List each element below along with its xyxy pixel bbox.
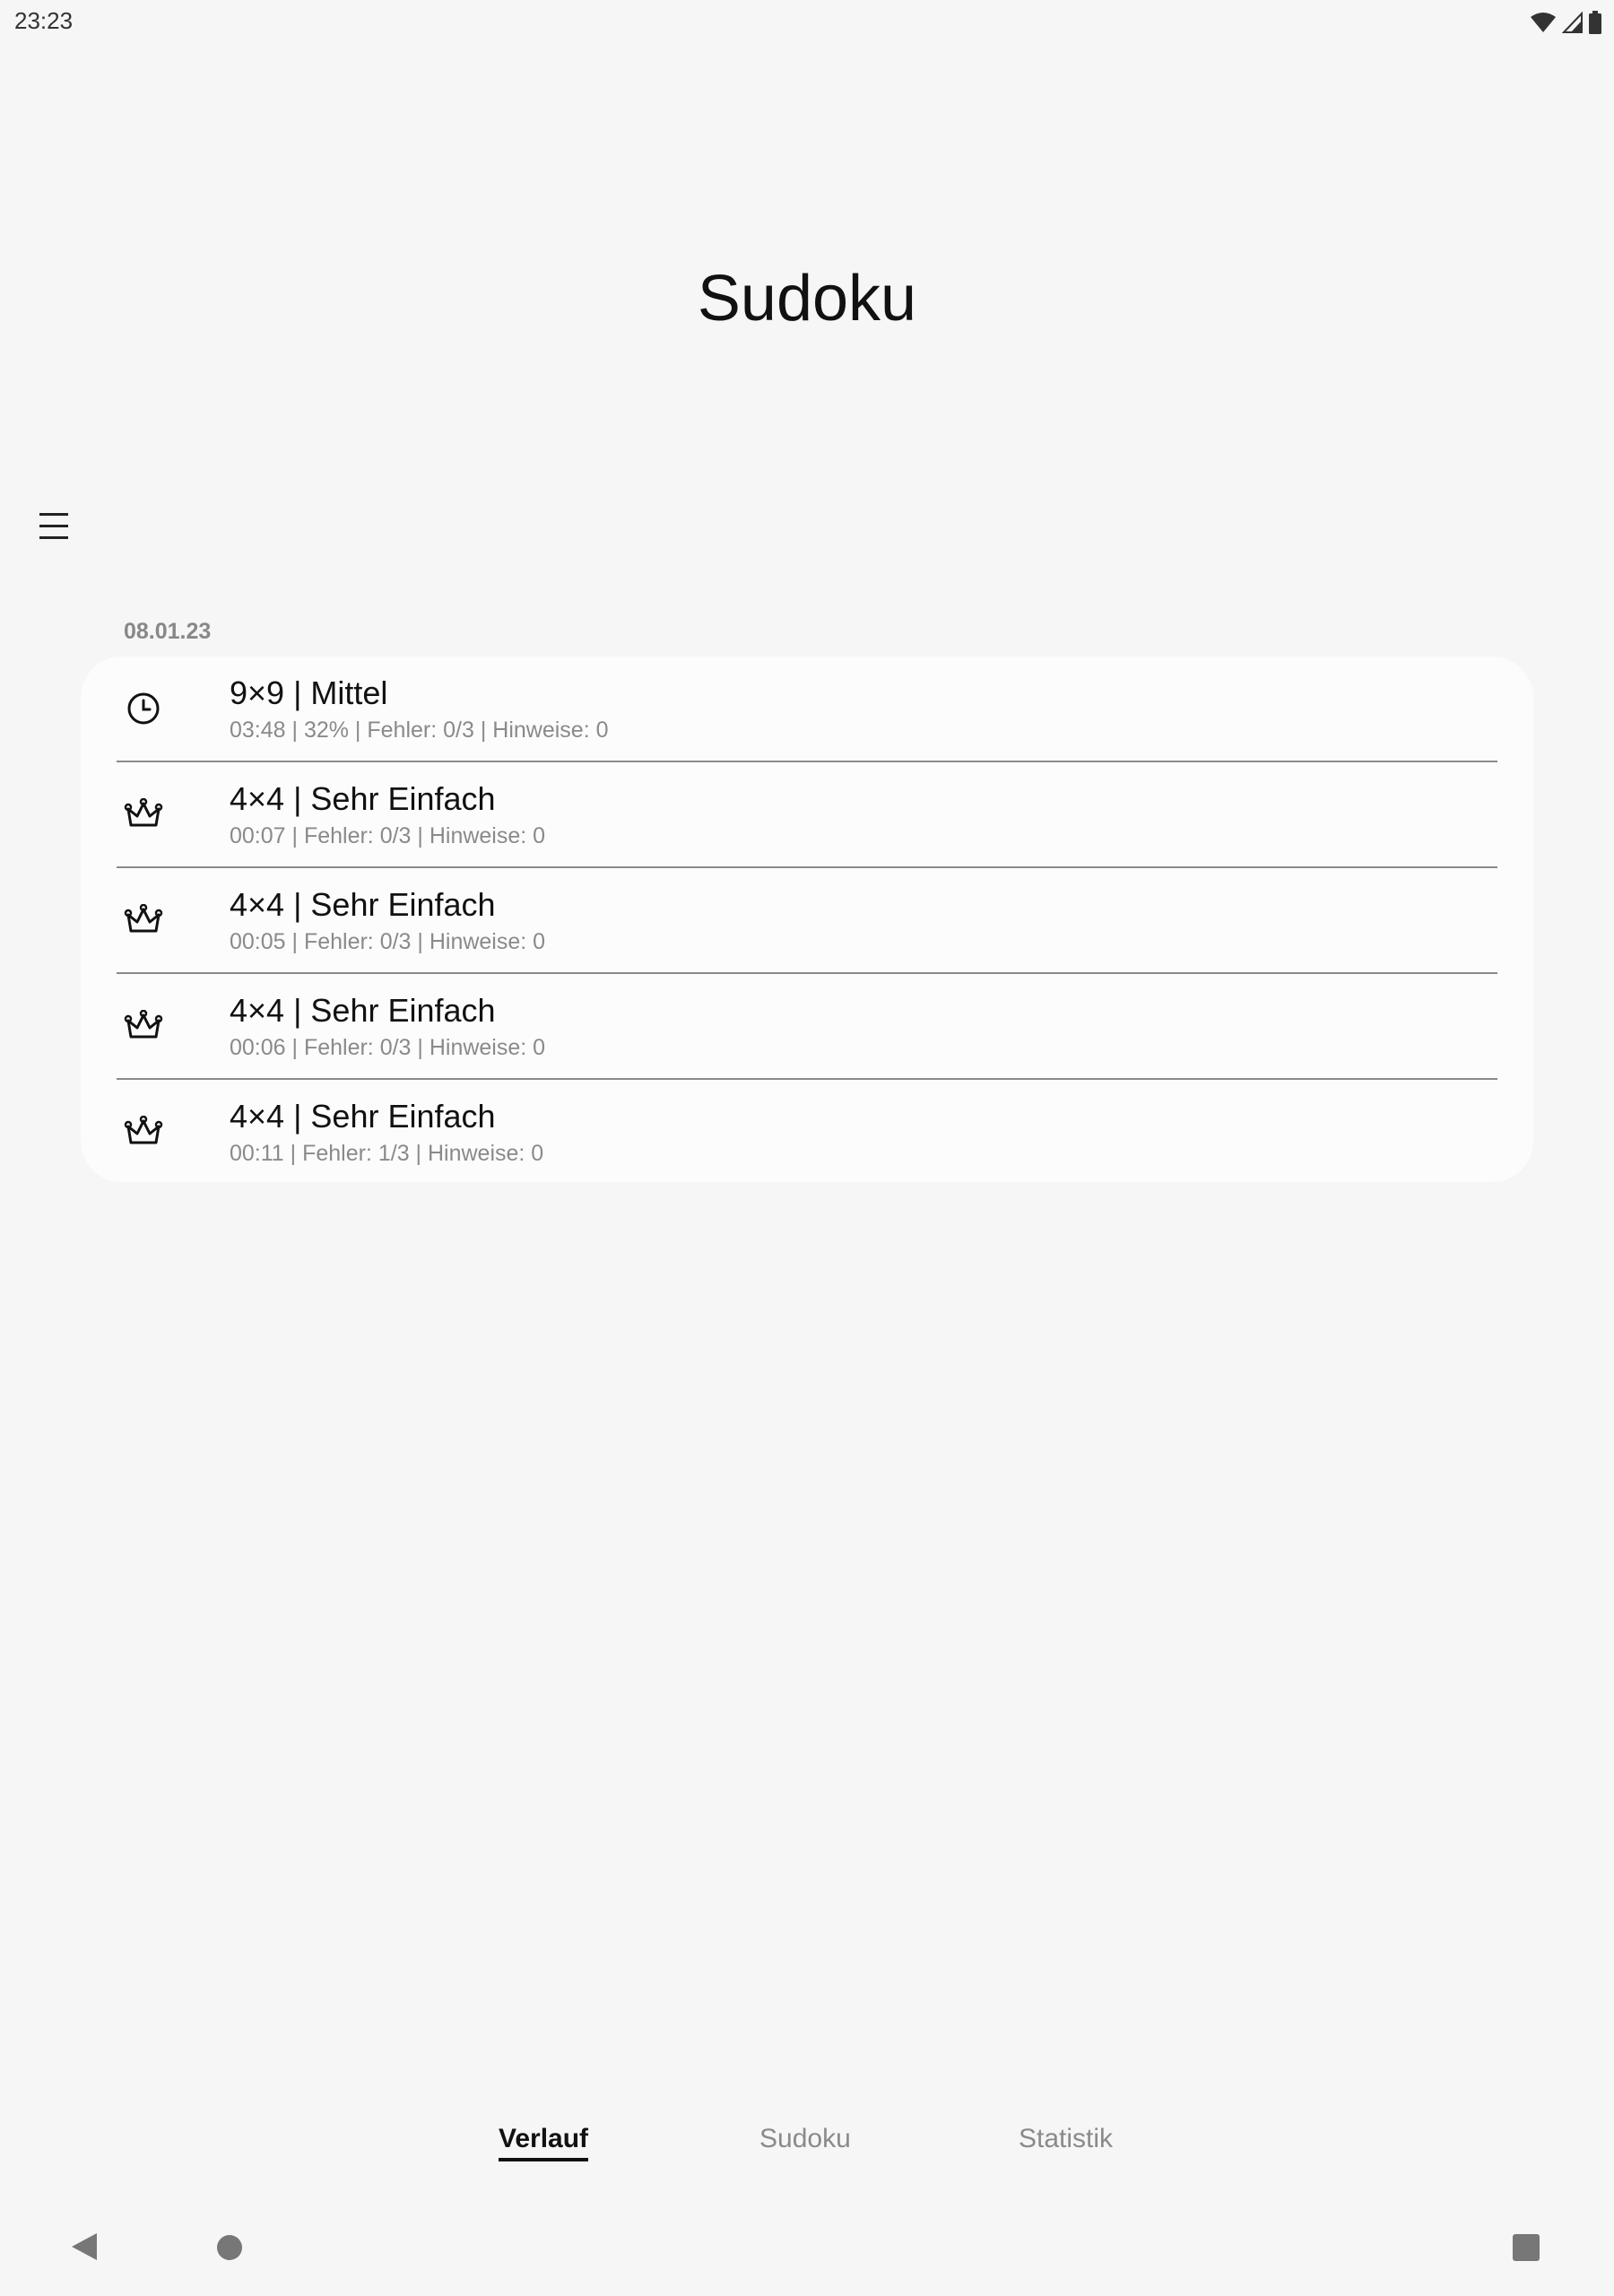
signal-icon	[1562, 12, 1583, 33]
system-nav-bar	[0, 2215, 1614, 2278]
history-item-title: 4×4 | Sehr Einfach	[230, 992, 496, 1029]
menu-button[interactable]	[39, 513, 68, 552]
crown-icon	[117, 868, 170, 972]
crown-icon	[117, 762, 170, 866]
history-item[interactable]: 9×9 | Mittel 03:48 | 32% | Fehler: 0/3 |…	[117, 657, 1497, 762]
bottom-tab-bar: Verlauf Sudoku Statistik	[0, 2124, 1614, 2178]
status-bar: 23:23	[0, 0, 1614, 45]
wifi-icon	[1531, 13, 1556, 32]
recents-icon[interactable]	[1512, 2233, 1540, 2262]
history-item-subtitle: 00:07 | Fehler: 0/3 | Hinweise: 0	[230, 823, 546, 848]
history-item-title: 4×4 | Sehr Einfach	[230, 1098, 496, 1135]
history-item-title: 4×4 | Sehr Einfach	[230, 886, 496, 923]
battery-icon	[1589, 11, 1601, 34]
history-item-title: 4×4 | Sehr Einfach	[230, 780, 496, 817]
history-item[interactable]: 4×4 | Sehr Einfach 00:11 | Fehler: 1/3 |…	[117, 1080, 1497, 1184]
history-item-subtitle: 00:05 | Fehler: 0/3 | Hinweise: 0	[230, 929, 546, 954]
history-item-subtitle: 00:06 | Fehler: 0/3 | Hinweise: 0	[230, 1035, 546, 1060]
menu-icon-line	[39, 513, 68, 516]
history-item[interactable]: 4×4 | Sehr Einfach 00:06 | Fehler: 0/3 |…	[117, 974, 1497, 1080]
section-date: 08.01.23	[124, 619, 212, 644]
status-icons	[1530, 11, 1601, 34]
menu-icon-line	[39, 536, 68, 539]
history-list: 9×9 | Mittel 03:48 | 32% | Fehler: 0/3 |…	[81, 657, 1533, 1182]
home-icon[interactable]	[215, 2233, 244, 2262]
clock-icon	[117, 657, 170, 761]
history-item[interactable]: 4×4 | Sehr Einfach 00:07 | Fehler: 0/3 |…	[117, 762, 1497, 868]
tab-sudoku[interactable]: Sudoku	[759, 2124, 851, 2154]
crown-icon	[117, 974, 170, 1078]
app-title: Sudoku	[697, 263, 917, 335]
status-time: 23:23	[14, 7, 74, 34]
crown-icon	[117, 1080, 170, 1184]
tab-verlauf[interactable]: Verlauf	[499, 2124, 588, 2161]
history-item-title: 9×9 | Mittel	[230, 674, 388, 711]
tab-statistik[interactable]: Statistik	[1019, 2124, 1113, 2154]
back-icon[interactable]	[70, 2231, 99, 2262]
menu-icon-line	[39, 525, 68, 527]
history-item-subtitle: 00:11 | Fehler: 1/3 | Hinweise: 0	[230, 1141, 544, 1166]
history-item-subtitle: 03:48 | 32% | Fehler: 0/3 | Hinweise: 0	[230, 718, 609, 743]
history-item[interactable]: 4×4 | Sehr Einfach 00:05 | Fehler: 0/3 |…	[117, 868, 1497, 974]
